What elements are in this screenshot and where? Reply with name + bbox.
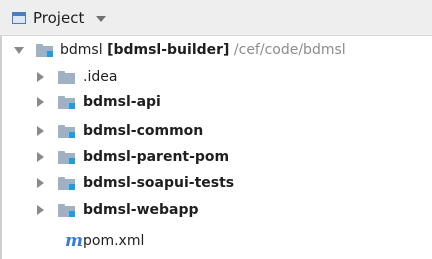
project-view-icon [12,12,26,24]
expand-arrow-icon[interactable] [37,97,44,107]
tree-item-label: bdmsl-webapp [83,202,199,218]
tree-item-label: bdmsl-parent-pom [83,149,230,165]
project-tool-window-header: Project [0,0,432,36]
module-folder-icon [58,177,75,190]
expand-arrow-icon[interactable] [37,72,44,82]
module-folder-icon [58,151,75,164]
folder-icon [58,71,75,84]
expand-arrow-icon[interactable] [37,152,44,162]
module-folder-icon [58,125,75,138]
module-folder-icon [58,96,75,109]
chevron-down-icon[interactable] [96,16,106,22]
tree-item-idea[interactable]: .idea [0,65,432,89]
root-name: bdmsl [60,42,103,58]
project-view-title[interactable]: Project [33,9,84,27]
tree-item-bdmsl-parent-pom[interactable]: bdmsl-parent-pom [0,145,432,169]
tree-item-pom-xml[interactable]: m pom.xml [0,229,432,253]
tree-item-bdmsl-webapp[interactable]: bdmsl-webapp [0,198,432,222]
tree-item-label: bdmsl-common [83,123,204,139]
collapse-arrow-icon[interactable] [14,47,24,54]
tree-root-row[interactable]: bdmsl [bdmsl-builder] /cef/code/bdmsl [0,38,432,62]
tree-root-label: bdmsl [bdmsl-builder] /cef/code/bdmsl [60,38,346,62]
tree-item-label: bdmsl-api [83,94,161,110]
root-module-name: [bdmsl-builder] [107,42,230,58]
module-folder-icon [58,204,75,217]
tree-item-label: bdmsl-soapui-tests [83,175,235,191]
tree-item-bdmsl-soapui-tests[interactable]: bdmsl-soapui-tests [0,171,432,195]
tree-item-bdmsl-api[interactable]: bdmsl-api [0,90,432,114]
tree-item-label: .idea [83,69,118,85]
root-path: /cef/code/bdmsl [233,42,346,58]
module-folder-icon [36,44,53,57]
tree-item-bdmsl-common[interactable]: bdmsl-common [0,119,432,143]
tree-item-label: pom.xml [83,233,145,249]
expand-arrow-icon[interactable] [37,178,44,188]
expand-arrow-icon[interactable] [37,205,44,215]
expand-arrow-icon[interactable] [37,126,44,136]
maven-file-icon: m [65,231,83,251]
